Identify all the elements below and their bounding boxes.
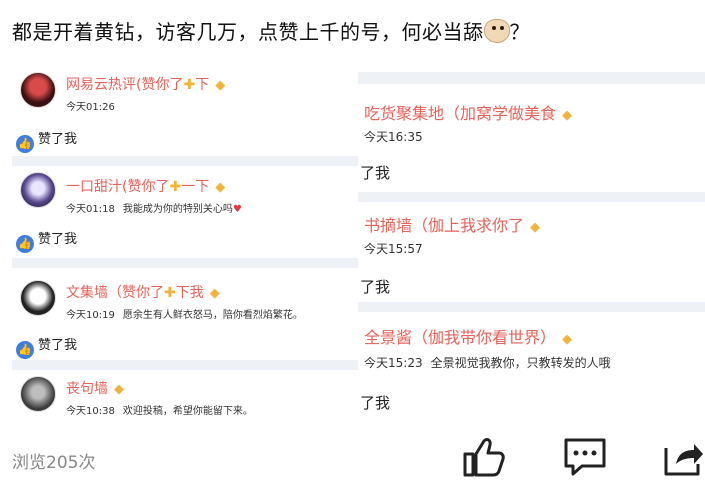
yellow-diamond-icon: ◆ (562, 108, 573, 123)
post-headline: 都是开着黄钻，访客几万，点赞上千的号，何必当舔 ？ (12, 18, 530, 46)
user-name[interactable]: 吃货聚集地（加窝学做美食 ◆ (364, 100, 572, 124)
sparkle-icon: ✚ (169, 179, 182, 195)
divider (12, 258, 360, 268)
divider (358, 302, 705, 312)
timestamp-message: 今天15:23 全景视觉我教你，只教转发的人哦 (364, 356, 611, 370)
comment-icon[interactable] (562, 436, 608, 478)
user-name[interactable]: 丧句墙 ◆ (66, 378, 124, 398)
share-icon[interactable] (662, 436, 704, 478)
sparkle-icon: ✚ (164, 285, 176, 301)
yellow-diamond-icon: ◆ (215, 180, 226, 195)
list-item: 网易云热评(赞你了✚下 ◆ 今天01:26 👍 赞了我 (12, 62, 360, 157)
like-label: 了我 (360, 394, 391, 412)
dog-face-icon (483, 19, 510, 43)
yellow-diamond-icon: ◆ (530, 220, 541, 235)
thumbs-up-icon: 👍 (16, 341, 34, 359)
avatar (20, 172, 56, 208)
like-row: 👍 赞了我 (16, 128, 77, 153)
user-name[interactable]: 网易云热评(赞你了✚下 ◆ (66, 74, 225, 94)
timestamp-message: 今天10:38 欢迎投稿，希望你能留下来。 (66, 406, 253, 417)
right-screenshot: 吃货聚集地（加窝学做美食 ◆ 今天16:35 了我 书摘墙（伽上我求你了 ◆ 今天1… (358, 72, 705, 424)
list-item: 文集墙（赞你了✚下我 ◆ 今天10:19 愿余生有人鲜衣怒马，陪你看烈焰繁花。 👍 赞… (12, 268, 360, 360)
list-item: 吃货聚集地（加窝学做美食 ◆ 今天16:35 了我 (358, 84, 705, 192)
left-screenshot: 网易云热评(赞你了✚下 ◆ 今天01:26 👍 赞了我 一口甜汁(赞你了✚一下 ◆ 今… (12, 62, 360, 424)
headline-text: 都是开着黄钻，访客几万，点赞上千的号，何必当舔 (12, 20, 484, 44)
list-item: 书摘墙（伽上我求你了 ◆ 今天15:57 了我 (358, 202, 705, 302)
thumbs-up-icon: 👍 (16, 235, 34, 253)
view-count: 浏览205次 (12, 453, 96, 473)
divider (12, 360, 360, 370)
heart-icon: ♥ (232, 204, 242, 215)
avatar (20, 376, 56, 412)
like-label: 了我 (360, 278, 391, 296)
divider (12, 156, 360, 166)
avatar (20, 280, 56, 316)
yellow-diamond-icon: ◆ (114, 382, 124, 397)
like-label: 了我 (360, 164, 391, 182)
list-item: 一口甜汁(赞你了✚一下 ◆ 今天01:18 我能成为你的特别关心吗♥ 👍 赞了我 (12, 166, 360, 258)
timestamp: 今天01:26 (66, 102, 115, 113)
user-name[interactable]: 全景酱（伽我带你看世界） ◆ (364, 324, 572, 348)
list-item: 丧句墙 ◆ 今天10:38 欢迎投稿，希望你能留下来。 (12, 370, 360, 424)
thumbs-up-icon[interactable] (462, 436, 506, 478)
yellow-diamond-icon: ◆ (215, 78, 226, 93)
timestamp: 今天16:35 (364, 130, 423, 144)
timestamp-message: 今天01:18 我能成为你的特别关心吗♥ (66, 204, 242, 215)
yellow-diamond-icon: ◆ (209, 286, 220, 301)
timestamp-message: 今天10:19 愿余生有人鲜衣怒马，陪你看烈焰繁花。 (66, 310, 303, 321)
like-row: 👍 赞了我 (16, 334, 77, 359)
user-name[interactable]: 一口甜汁(赞你了✚一下 ◆ (66, 176, 225, 196)
yellow-diamond-icon: ◆ (562, 332, 573, 347)
divider (358, 72, 705, 84)
user-name[interactable]: 书摘墙（伽上我求你了 ◆ (364, 212, 540, 236)
user-name[interactable]: 文集墙（赞你了✚下我 ◆ (66, 282, 220, 302)
headline-tail: ？ (509, 20, 530, 44)
sparkle-icon: ✚ (183, 77, 196, 93)
like-row: 👍 赞了我 (16, 228, 77, 253)
avatar (20, 72, 56, 108)
list-item: 全景酱（伽我带你看世界） ◆ 今天15:23 全景视觉我教你，只教转发的人哦 了我 (358, 312, 705, 424)
divider (358, 192, 705, 202)
thumbs-up-icon: 👍 (16, 135, 34, 153)
timestamp: 今天15:57 (364, 242, 423, 256)
